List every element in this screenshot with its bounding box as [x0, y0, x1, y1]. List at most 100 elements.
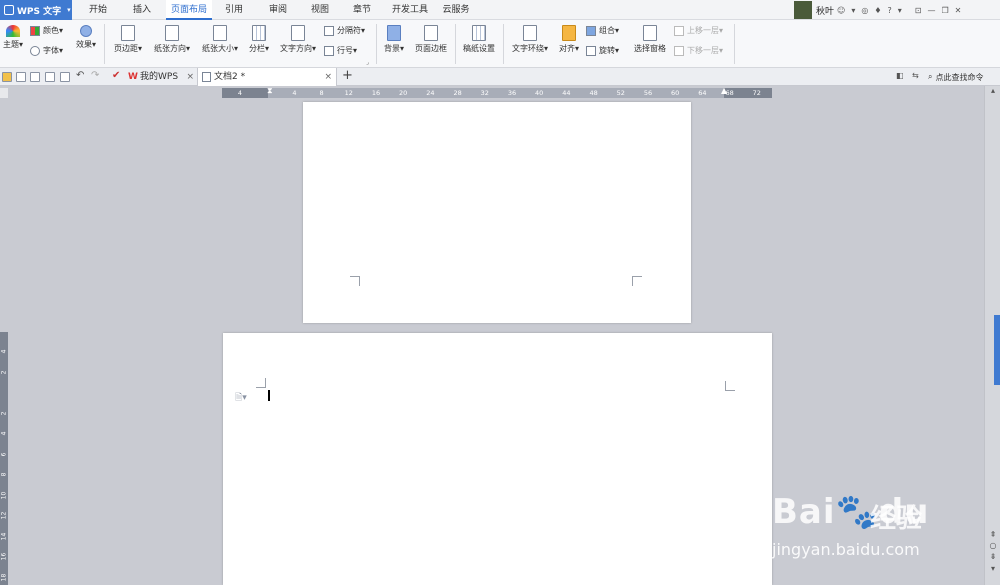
vertical-ruler[interactable]: 4 2 2 4 6 8 10 12 14 16 18 — [0, 332, 8, 585]
align-icon — [562, 25, 576, 41]
selection-pane-button[interactable]: 选择窗格 — [632, 25, 668, 54]
chevron-down-icon[interactable]: ▾ — [851, 6, 855, 15]
previous-page-icon[interactable]: ⇞ — [987, 530, 999, 539]
bring-forward-icon — [674, 25, 684, 36]
watermark-cn: 经验 — [870, 504, 923, 534]
close-icon[interactable]: × — [186, 68, 194, 86]
print-icon[interactable] — [45, 72, 55, 82]
smiley-icon[interactable]: ☺ — [837, 6, 845, 15]
font-button[interactable]: 字体 ▾ — [30, 45, 63, 56]
bring-forward-button[interactable]: 上移一层 ▾ — [674, 25, 723, 36]
restore-ribbon-icon[interactable]: ⊡ — [915, 6, 922, 15]
background-icon — [387, 25, 401, 41]
page-setup-launcher-icon[interactable]: ⌟ — [366, 59, 369, 66]
line-numbers-icon — [324, 45, 334, 56]
baidu-watermark: Bai🐾du 经验 jingyan.baidu.com — [752, 480, 982, 575]
tab-references[interactable]: 引用 — [218, 0, 250, 20]
left-indent-marker[interactable]: ⧗ — [267, 86, 273, 96]
avatar[interactable] — [794, 1, 812, 19]
right-indent-marker[interactable]: ▲ — [721, 86, 727, 95]
sync-icon[interactable]: ◎ — [861, 6, 868, 15]
maximize-icon[interactable]: ❐ — [942, 6, 949, 15]
rotate-button[interactable]: 旋转 ▾ — [586, 45, 619, 56]
cloud-doc-icon[interactable]: ◧ — [896, 71, 904, 80]
align-button[interactable]: 对齐▾ — [556, 25, 582, 54]
ruler-tick-label: 48 — [589, 89, 598, 97]
orientation-button[interactable]: 纸张方向▾ — [150, 25, 194, 54]
margin-corner-mark — [350, 276, 360, 286]
ruler-tick-label: 32 — [480, 89, 489, 97]
tab-chapter[interactable]: 章节 — [346, 0, 378, 20]
margins-button[interactable]: 页边距▾ — [110, 25, 146, 54]
scroll-down-icon[interactable]: ▾ — [987, 564, 999, 573]
wrap-text-button[interactable]: 文字环绕▾ — [508, 25, 552, 54]
tab-developer[interactable]: 开发工具 — [388, 0, 432, 20]
paper-size-button[interactable]: 纸张大小▾ — [198, 25, 242, 54]
next-page-icon[interactable]: ⇟ — [987, 552, 999, 561]
print-preview-icon[interactable] — [60, 72, 70, 82]
minimize-icon[interactable]: — — [928, 6, 936, 15]
divider — [455, 24, 456, 64]
divider — [376, 24, 377, 64]
shirt-icon[interactable]: ♦ — [874, 6, 881, 15]
wrap-text-icon — [523, 25, 537, 41]
scrollbar-thumb[interactable] — [994, 315, 1000, 385]
undo-icon[interactable]: ↶ — [76, 70, 84, 81]
breaks-icon — [324, 25, 334, 36]
vertical-scrollbar[interactable]: ▴ ⇞ ○ ⇟ ▾ — [984, 86, 1000, 585]
close-icon[interactable]: × — [324, 68, 332, 86]
selection-pane-icon — [643, 25, 657, 41]
group-button[interactable]: 组合 ▾ — [586, 25, 619, 36]
tab-document[interactable]: 文档2 * × — [197, 68, 337, 86]
margin-corner-mark — [725, 381, 735, 391]
effect-icon — [80, 25, 92, 37]
check-icon[interactable]: ✔ — [112, 70, 120, 81]
close-icon[interactable]: ✕ — [955, 6, 962, 15]
columns-button[interactable]: 分栏▾ — [245, 25, 273, 54]
page-border-icon — [424, 25, 438, 41]
horizontal-ruler[interactable]: 4 4 8 12 16 20 24 28 32 36 40 44 48 52 56 60 64 68 72 ⧗ ▲ — [222, 86, 772, 98]
paragraph-layout-icon[interactable]: 🗎▾ — [235, 390, 247, 406]
font-icon — [30, 45, 40, 56]
ruler-tick-label: 56 — [643, 89, 653, 97]
tab-view[interactable]: 视图 — [304, 0, 336, 20]
background-button[interactable]: 背景▾ — [380, 25, 408, 54]
tab-my-wps[interactable]: W 我的WPS × — [124, 68, 198, 86]
divider — [503, 24, 504, 64]
app-menu-button[interactable]: WPS 文字 ▾ — [0, 0, 72, 20]
command-search[interactable]: ⌕ 点此查找命令 — [928, 70, 998, 84]
export-pdf-icon[interactable] — [30, 72, 40, 82]
page-border-button[interactable]: 页面边框 — [412, 25, 450, 54]
tab-cloud[interactable]: 云服务 — [438, 0, 474, 20]
tab-page-layout[interactable]: 页面布局 — [166, 0, 212, 20]
ruler-toggle-button[interactable] — [0, 88, 8, 98]
tab-review[interactable]: 审阅 — [262, 0, 294, 20]
scroll-up-icon[interactable]: ▴ — [987, 86, 999, 95]
tab-home[interactable]: 开始 — [82, 0, 114, 20]
grid-paper-button[interactable]: 稿纸设置 — [460, 25, 498, 54]
document-page-2[interactable]: 🗎▾ — [223, 333, 772, 585]
share-icon[interactable]: ⇆ — [912, 71, 919, 80]
effect-button[interactable]: 效果▾ — [72, 25, 100, 50]
select-browse-object-icon[interactable]: ○ — [987, 541, 999, 550]
theme-button[interactable]: 主题▾ — [2, 25, 24, 50]
save-icon[interactable] — [16, 72, 26, 82]
help-icon[interactable]: ? — [888, 6, 892, 15]
document-page-1[interactable] — [303, 102, 691, 323]
ruler-tick-label: 8 — [0, 472, 8, 477]
send-backward-button[interactable]: 下移一层 ▾ — [674, 45, 723, 56]
color-button[interactable]: 颜色 ▾ — [30, 25, 63, 36]
paper-size-icon — [213, 25, 227, 41]
ruler-tick-label: 16 — [371, 89, 381, 97]
user-name[interactable]: 秋叶 — [816, 4, 834, 17]
open-icon[interactable] — [2, 72, 12, 82]
line-numbers-button[interactable]: 行号 ▾ — [324, 45, 357, 56]
tab-insert[interactable]: 插入 — [126, 0, 158, 20]
columns-icon — [252, 25, 266, 41]
new-tab-button[interactable]: + — [342, 68, 353, 84]
breaks-button[interactable]: 分隔符 ▾ — [324, 25, 365, 36]
redo-icon[interactable]: ↷ — [91, 70, 99, 81]
text-direction-button[interactable]: 文字方向▾ — [276, 25, 320, 54]
color-palette-icon — [30, 25, 40, 36]
chevron-down-icon[interactable]: ▾ — [898, 6, 902, 15]
